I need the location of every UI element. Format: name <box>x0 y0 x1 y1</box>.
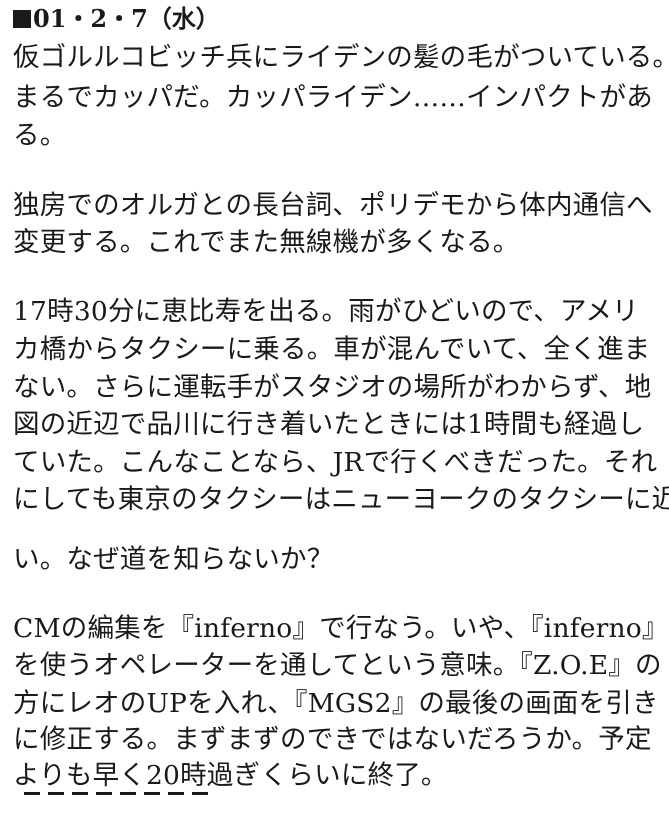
text-line: まるでカッパだ。カッパライデン……インパクトがあ <box>13 82 654 113</box>
separator-dash <box>96 792 112 795</box>
entry-end-separator <box>24 792 208 795</box>
text-line: よりも早く20時過ぎくらいに終了。 <box>13 760 448 791</box>
text-line: 変更する。これでまた無線機が多くなる。 <box>13 227 520 258</box>
separator-dash <box>168 792 184 795</box>
text-line: 独房でのオルガとの長台詞、ポリデモから体内通信へ <box>13 190 653 221</box>
text-line: い。なぜ道を知らないか？ <box>13 544 334 575</box>
text-line: に修正する。まずまずのできではないだろうか。予定 <box>13 724 652 755</box>
text-line: る。 <box>13 120 67 151</box>
square-bullet-icon <box>13 10 31 28</box>
text-line: ない。さらに運転手がスタジオの場所がわからず、地 <box>13 372 652 403</box>
text-line: CMの編集を『inferno』で行なう。いや、『inferno』 <box>13 613 669 644</box>
separator-dash <box>48 792 64 795</box>
text-line: ていた。こんなことなら、JRで行くべきだった。それ <box>13 447 658 478</box>
text-line: にしても東京のタクシーはニューヨークのタクシーに近 <box>13 484 669 515</box>
text-line: 17時30分に恵比寿を出る。雨がひどいので、アメリ <box>13 296 639 327</box>
text-line: を使うオペレーターを通してという意味。『Z.O.E』の <box>13 650 662 681</box>
entry-date-header: 01・2・7（水） <box>13 2 220 36</box>
diary-page: 01・2・7（水） 仮ゴルルコビッチ兵にライデンの髪の毛がついている。 まるでカ… <box>0 0 669 823</box>
text-line: 方にレオのUPを入れ、『MGS2』の最後の画面を引き <box>13 688 659 719</box>
separator-dash <box>72 792 88 795</box>
separator-dash <box>192 792 208 795</box>
text-line: 仮ゴルルコビッチ兵にライデンの髪の毛がついている。 <box>13 42 669 73</box>
separator-dash <box>120 792 136 795</box>
text-line: カ橋からタクシーに乗る。車が混んでいて、全く進ま <box>13 334 651 365</box>
entry-date: 01・2・7（水） <box>33 4 220 33</box>
separator-dash <box>144 792 160 795</box>
text-line: 図の近辺で品川に行き着いたときには1時間も経過し <box>13 409 645 440</box>
separator-dash <box>24 792 40 795</box>
